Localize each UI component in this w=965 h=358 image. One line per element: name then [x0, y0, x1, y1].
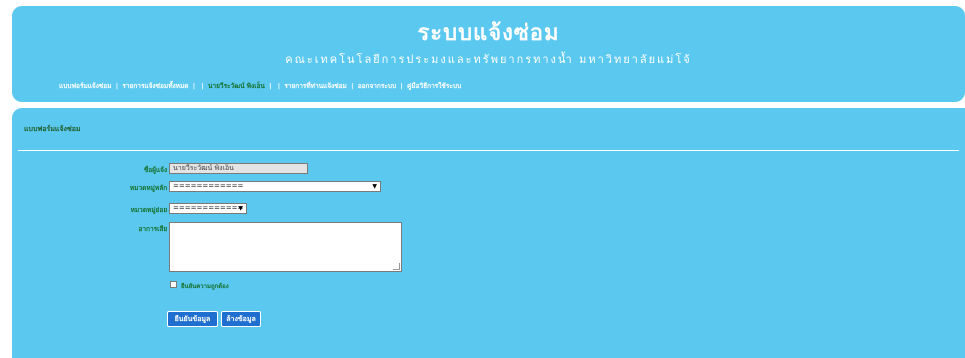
nav-separator: |	[277, 82, 281, 90]
sub-category-label: หมวดหมู่ย่อย :	[130, 206, 172, 214]
nav-logout-link[interactable]: ออกจากระบบ	[358, 82, 396, 90]
name-field: นายวีระวัฒน์ พิงเอ็น	[169, 163, 308, 174]
form-title: แบบฟอร์มแจ้งซ่อม	[24, 125, 81, 133]
chevron-down-icon: ▼	[238, 205, 243, 212]
nav-separator: |	[192, 82, 196, 90]
nav-separator: |	[201, 82, 204, 90]
main-category-select[interactable]: ============ ▼	[169, 181, 381, 192]
nav-separator: |	[269, 82, 272, 90]
nav-repair-form-link[interactable]: แบบฟอร์มแจ้งซ่อม	[59, 82, 112, 90]
nav-bar: แบบฟอร์มแจ้งซ่อม | รายการแจ้งซ่อมทั้งหมด…	[59, 81, 461, 91]
resize-grip-icon[interactable]	[393, 263, 400, 270]
symptom-label: อาการเสีย :	[138, 225, 173, 233]
main-category-selected: ============	[173, 182, 244, 190]
name-label: ชื่อผู้แจ้ง :	[143, 166, 172, 174]
divider	[18, 150, 959, 151]
nav-current-user[interactable]: นายวีระวัฒน์ พิงเอ็น	[208, 82, 265, 90]
nav-my-repairs-link[interactable]: รายการที่ท่านแจ้งซ่อม	[284, 82, 346, 90]
sub-category-selected: ============	[173, 204, 244, 212]
form-panel: แบบฟอร์มแจ้งซ่อม ชื่อผู้แจ้ง : นายวีระวั…	[12, 108, 965, 358]
submit-button[interactable]: ยืนยันข้อมูล	[167, 311, 218, 327]
nav-separator: |	[400, 82, 403, 90]
confirm-checkbox[interactable]	[170, 281, 177, 288]
nav-separator: |	[351, 82, 354, 90]
main-category-label: หมวดหมู่หลัก :	[129, 184, 172, 192]
nav-all-repairs-link[interactable]: รายการแจ้งซ่อมทั้งหมด	[122, 82, 188, 90]
site-title: ระบบแจ้งซ่อม	[417, 20, 560, 46]
clear-button[interactable]: ล้างข้อมูล	[221, 311, 261, 327]
site-subtitle: คณะเทคโนโลยีการประมงและทรัพยากรทางน้ำ มห…	[285, 53, 692, 66]
nav-manual-link[interactable]: คู่มือวิธีการใช้ระบบ	[407, 82, 461, 90]
symptom-textarea[interactable]	[169, 222, 402, 272]
sub-category-select[interactable]: ============ ▼	[169, 203, 247, 214]
nav-separator: |	[115, 82, 119, 90]
header-panel: ระบบแจ้งซ่อม คณะเทคโนโลยีการประมงและทรัพ…	[12, 6, 965, 102]
confirm-checkbox-label: ยืนยันความถูกต้อง	[181, 283, 229, 290]
chevron-down-icon: ▼	[372, 183, 377, 190]
